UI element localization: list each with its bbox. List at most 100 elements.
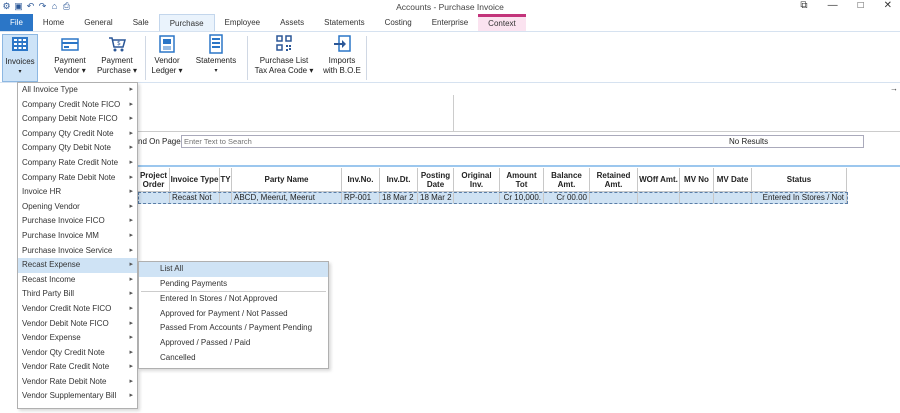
menu-item-purchase-invoice-service[interactable]: Purchase Invoice Service ▸ (18, 244, 137, 259)
import-icon (333, 34, 351, 54)
menu-item-label: Company Credit Note FICO (22, 99, 121, 109)
statements-arrow: ▾ (214, 68, 218, 74)
column-header-woff-amt[interactable]: WOff Amt. (638, 168, 680, 192)
menu-item-all-invoice-type[interactable]: All Invoice Type ▸ (18, 83, 137, 98)
table-cell (139, 193, 170, 203)
chevron-right-icon: ▸ (129, 100, 133, 108)
menu-item-vendor-rate-debit-note[interactable]: Vendor Rate Debit Note ▸ (18, 375, 137, 390)
tab-file[interactable]: File (0, 14, 33, 31)
menu-item-third-party-bill[interactable]: Third Party Bill ▸ (18, 287, 137, 302)
menu-item-company-rate-debit-note[interactable]: Company Rate Debit Note ▸ (18, 171, 137, 186)
menu-item-purchase-invoice-fico[interactable]: Purchase Invoice FICO ▸ (18, 214, 137, 229)
menu-item-label: Recast Income (22, 274, 76, 284)
table-cell (680, 193, 714, 203)
menu-item-opening-vendor[interactable]: Opening Vendor ▸ (18, 200, 137, 215)
table-cell: 18 Mar 2 (380, 193, 418, 203)
payment-purchase-button[interactable]: $ Payment Purchase ▾ (96, 34, 138, 76)
menu-item-company-rate-credit-note[interactable]: Company Rate Credit Note ▸ (18, 156, 137, 171)
chevron-right-icon: ▸ (129, 217, 133, 225)
tab-sale[interactable]: Sale (123, 14, 159, 31)
tab-enterprise[interactable]: Enterprise (422, 14, 478, 31)
ribbon: Invoices ▾ Payment Vendor ▾ $ Payment Pu… (0, 31, 900, 83)
menu-item-label: Company Rate Debit Note (22, 172, 116, 182)
column-header-project-order[interactable]: Project Order (138, 168, 170, 192)
tab-employee[interactable]: Employee (215, 14, 271, 31)
tab-context[interactable]: Context (478, 14, 526, 31)
imports-button[interactable]: Imports with B.O.E (322, 34, 362, 76)
statements-button[interactable]: Statements ▾ (194, 34, 238, 76)
tab-assets[interactable]: Assets (270, 14, 314, 31)
chevron-right-icon: ▸ (129, 246, 133, 254)
column-header-inv-dt[interactable]: Inv.Dt. (380, 168, 418, 192)
submenu-item-passed-from-accounts-payment-pending[interactable]: Passed From Accounts / Payment Pending (139, 321, 328, 336)
column-header-party-name[interactable]: Party Name (232, 168, 342, 192)
menu-item-recast-income[interactable]: Recast Income ▸ (18, 273, 137, 288)
ribbon-tabs: File Home General Sale Purchase Employee Asset… (0, 14, 900, 31)
column-header-mv-no[interactable]: MV No (680, 168, 714, 192)
minimize-icon[interactable]: — (828, 0, 838, 11)
column-header-amount-tot[interactable]: Amount Tot (500, 168, 544, 192)
table-cell: 18 Mar 2 (418, 193, 454, 203)
menu-item-company-credit-note-fico[interactable]: Company Credit Note FICO ▸ (18, 98, 137, 113)
tab-purchase[interactable]: Purchase (158, 14, 215, 31)
tab-home[interactable]: Home (33, 14, 74, 31)
submenu-item-approved-passed-paid[interactable]: Approved / Passed / Paid (139, 336, 328, 351)
column-header-mv-date[interactable]: MV Date (714, 168, 752, 192)
maximize-icon[interactable]: □ (858, 0, 864, 11)
submenu-item-pending-payments[interactable]: Pending Payments (139, 277, 328, 292)
column-header-status[interactable]: Status (752, 168, 847, 192)
tab-costing[interactable]: Costing (375, 14, 422, 31)
submenu-item-entered-in-stores-not-approved[interactable]: Entered In Stores / Not Approved (139, 292, 328, 307)
menu-item-purchase-invoice-mm[interactable]: Purchase Invoice MM ▸ (18, 229, 137, 244)
column-header-original-inv[interactable]: Original Inv. (454, 168, 500, 192)
table-cell: Cr 00.00 (544, 193, 590, 203)
payment-vendor-button[interactable]: Payment Vendor ▾ (50, 34, 90, 76)
qr-code-icon (275, 34, 293, 54)
menu-item-label: Vendor Rate Debit Note (22, 376, 107, 386)
table-cell (590, 193, 638, 203)
menu-item-vendor-qty-credit-note[interactable]: Vendor Qty Credit Note ▸ (18, 346, 137, 361)
menu-item-label: Company Qty Debit Note (22, 143, 111, 153)
menu-item-company-qty-credit-note[interactable]: Company Qty Credit Note ▸ (18, 127, 137, 142)
menu-item-company-qty-debit-note[interactable]: Company Qty Debit Note ▸ (18, 141, 137, 156)
column-header-inv-no[interactable]: Inv.No. (342, 168, 380, 192)
menu-item-vendor-supplementary-bill[interactable]: Vendor Supplementary Bill ▸ (18, 389, 137, 404)
menu-item-vendor-expense[interactable]: Vendor Expense ▸ (18, 331, 137, 346)
menu-item-company-debit-note-fico[interactable]: Company Debit Note FICO ▸ (18, 112, 137, 127)
submenu-item-list-all[interactable]: List All (139, 262, 328, 277)
submenu-item-approved-for-payment-not-passed[interactable]: Approved for Payment / Not Passed (139, 307, 328, 322)
menu-item-invoice-hr[interactable]: Invoice HR ▸ (18, 185, 137, 200)
search-results-label: No Results (729, 137, 769, 146)
table-cell: Entered In Stores / Not (752, 193, 847, 203)
restore-icon[interactable]: ⧉ (800, 0, 807, 11)
menu-item-label: Purchase Invoice MM (22, 230, 99, 240)
tab-statements[interactable]: Statements (314, 14, 374, 31)
tab-general[interactable]: General (74, 14, 122, 31)
menu-item-recast-expense[interactable]: Recast Expense ▸ (18, 258, 137, 273)
column-header-invoice-type[interactable]: Invoice Type (170, 168, 220, 192)
invoices-arrow: ▾ (18, 69, 22, 75)
menu-item-vendor-debit-note-fico[interactable]: Vendor Debit Note FICO ▸ (18, 317, 137, 332)
column-header-balance-amt[interactable]: Balance Amt. (544, 168, 590, 192)
close-icon[interactable]: ✕ (884, 0, 892, 11)
purchase-list-button[interactable]: Purchase List Tax Area Code ▾ (252, 34, 316, 76)
menu-item-vendor-credit-note-fico[interactable]: Vendor Credit Note FICO ▸ (18, 302, 137, 317)
submenu-item-cancelled[interactable]: Cancelled (139, 351, 328, 366)
payment-purchase-line1: Payment (101, 56, 133, 65)
menu-item-label: Recast Expense (22, 260, 81, 270)
column-header-posting-date[interactable]: Posting Date (418, 168, 454, 192)
menu-item-vendor-rate-credit-note[interactable]: Vendor Rate Credit Note ▸ (18, 360, 137, 375)
window-title: Accounts - Purchase Invoice (396, 2, 504, 12)
menu-item-label: Vendor Supplementary Bill (22, 391, 117, 401)
chevron-right-icon: ▸ (129, 261, 133, 269)
table-row[interactable]: Recast Not ABCD, Meerut, Meerut RP-001 18 M… (138, 192, 848, 204)
vendor-ledger-button[interactable]: Vendor Ledger ▾ (150, 34, 184, 76)
pin-arrow-icon[interactable]: → (890, 84, 898, 93)
title-bar: ⚙ ▣ ↶ ↷ ⌂ ⎙ Accounts - Purchase Invoice … (0, 0, 900, 14)
menu-item-label: Purchase Invoice Service (22, 245, 113, 255)
column-header-retained-amt[interactable]: Retained Amt. (590, 168, 638, 192)
invoices-button[interactable]: Invoices ▾ (2, 34, 38, 82)
chevron-right-icon: ▸ (129, 144, 133, 152)
column-header-ty[interactable]: TY (220, 168, 232, 192)
payment-purchase-line2: Purchase ▾ (96, 66, 138, 75)
